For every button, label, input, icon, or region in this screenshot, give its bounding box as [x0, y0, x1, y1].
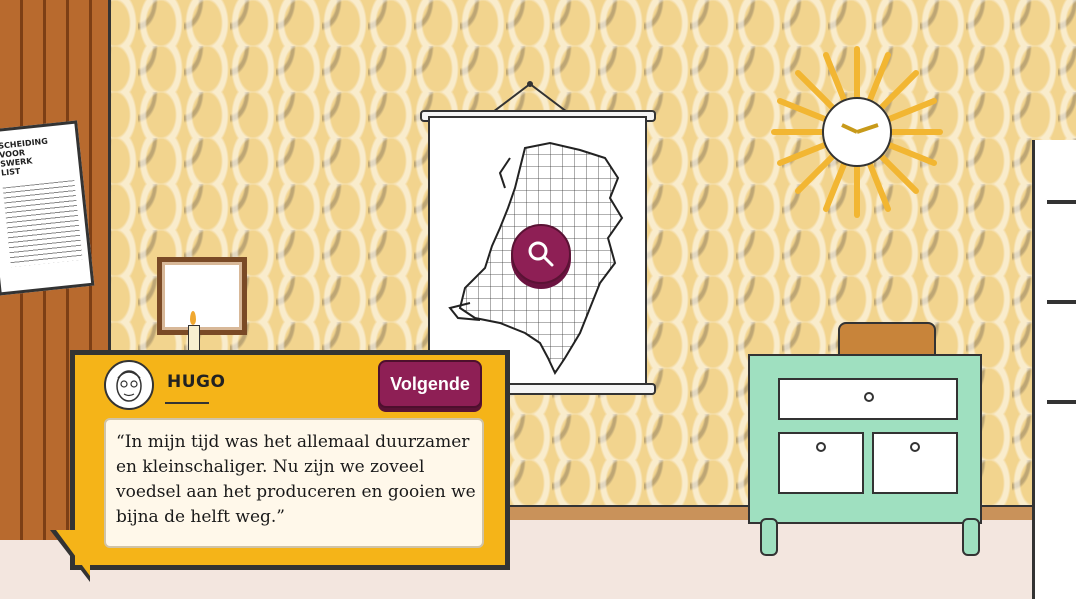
poster-title: SCHEIDING VOOR SWERK LIST	[0, 124, 80, 183]
shelf-rail	[1047, 400, 1076, 404]
speaker-name-underline	[165, 402, 209, 404]
dresser-top-drawer	[778, 378, 958, 420]
picture-frame	[157, 257, 247, 335]
drawer-knob	[864, 392, 874, 402]
speaker-avatar	[104, 360, 154, 410]
drawer-knob	[816, 442, 826, 452]
map-search-button[interactable]	[511, 224, 571, 284]
shelf-rail	[1047, 200, 1076, 204]
game-scene: SCHEIDING VOOR SWERK LIST HUGO Volgende …	[0, 0, 1076, 599]
dialog-text: “In mijn tijd was het allemaal duurzamer…	[116, 432, 476, 527]
dresser-left-drawer	[778, 432, 864, 494]
dresser-leg	[962, 518, 980, 556]
mint-dresser	[748, 354, 982, 524]
hugo-face-icon	[116, 370, 142, 402]
white-shelf	[1032, 140, 1076, 599]
sunburst-clock	[771, 46, 943, 218]
dresser-right-drawer	[872, 432, 958, 494]
dresser-leg	[760, 518, 778, 556]
magnifier-icon	[528, 241, 554, 267]
speaker-name: HUGO	[167, 372, 226, 392]
shelf-rail	[1047, 300, 1076, 304]
next-button[interactable]: Volgende	[378, 360, 482, 408]
candle-flame	[190, 311, 196, 325]
dialog-tail	[56, 530, 90, 576]
drawer-knob	[910, 442, 920, 452]
poster-text-lines	[2, 180, 83, 268]
